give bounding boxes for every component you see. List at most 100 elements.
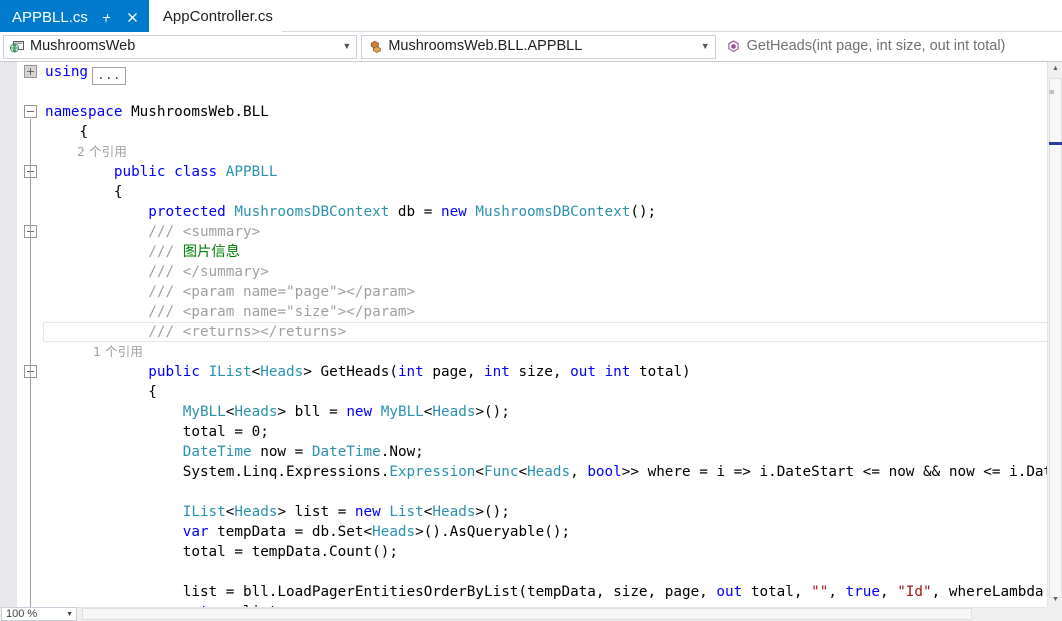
code-token: using	[45, 64, 89, 80]
code-token: {	[148, 384, 157, 400]
code-line[interactable]: MyBLL<Heads> bll = new MyBLL<Heads>();	[43, 402, 1048, 422]
class-icon	[367, 39, 383, 55]
editor-outlining-margin[interactable]	[19, 62, 43, 621]
code-token: now =	[251, 444, 312, 460]
code-token: new	[440, 204, 476, 220]
code-token: db =	[389, 204, 441, 220]
code-line[interactable]: /// </summary>	[43, 262, 1048, 282]
code-token: <	[251, 364, 261, 380]
tab-appcontroller-cs-label: AppController.cs	[162, 7, 273, 25]
zoom-level-dropdown[interactable]: 100 % ▼	[1, 607, 77, 621]
code-line[interactable]: namespace MushroomsWeb.BLL	[43, 102, 1048, 122]
code-line[interactable]: /// <param name="size"></param>	[43, 302, 1048, 322]
pin-icon[interactable]	[100, 10, 114, 24]
project-dropdown[interactable]: MushroomsWeb ▼	[3, 34, 358, 59]
code-token: 图片信息	[182, 244, 240, 260]
code-token: Expression	[389, 464, 476, 480]
vertical-scrollbar-thumb[interactable]	[1049, 78, 1062, 598]
code-token: Heads	[260, 364, 304, 380]
member-dropdown-value: GetHeads(int page, int size, out int tot…	[746, 38, 1006, 54]
chevron-down-icon[interactable]: ▼	[62, 609, 76, 620]
code-token: >();	[475, 504, 510, 520]
chevron-down-icon[interactable]: ▼	[340, 42, 356, 51]
scroll-up-arrow-icon[interactable]: ▲	[1048, 62, 1062, 76]
code-text-area[interactable]: using... namespace MushroomsWeb.BLL { 2 …	[43, 62, 1048, 621]
codelens-reference-count[interactable]: 1 个引用	[45, 344, 143, 359]
codelens-reference-count[interactable]: 2 个引用	[45, 144, 127, 159]
horizontal-scrollbar[interactable]: 100 % ▼	[0, 607, 1062, 621]
code-token: <	[475, 464, 485, 480]
outline-collapse-icon[interactable]: −	[24, 105, 37, 118]
tab-appcontroller-cs[interactable]: AppController.cs	[148, 0, 282, 32]
code-line[interactable]	[43, 482, 1048, 502]
code-token: /// <summary>	[148, 224, 261, 240]
code-token: protected	[148, 204, 235, 220]
code-line[interactable]: var tempData = db.Set<Heads>().AsQueryab…	[43, 522, 1048, 542]
code-line[interactable]: 1 个引用	[43, 342, 1048, 362]
member-dropdown[interactable]: GetHeads(int page, int size, out int tot…	[719, 34, 1060, 59]
code-line[interactable]	[43, 82, 1048, 102]
code-line[interactable]: {	[43, 122, 1048, 142]
code-token: /// <param name="page"></param>	[148, 284, 416, 300]
chevron-down-icon[interactable]: ▼	[699, 42, 715, 51]
code-token: MyBLL	[380, 404, 424, 420]
code-token: Func	[484, 464, 519, 480]
code-line[interactable]: list = bll.LoadPagerEntitiesOrderByList(…	[43, 582, 1048, 602]
close-icon[interactable]	[126, 10, 140, 24]
tab-appbll-cs-label: APPBLL.cs	[12, 8, 88, 26]
code-token: out int	[570, 364, 631, 380]
code-token: true	[845, 584, 880, 600]
code-line[interactable]: total = tempData.Count();	[43, 542, 1048, 562]
code-token: MushroomsWeb.BLL	[122, 104, 269, 120]
code-editor-surface[interactable]: using... namespace MushroomsWeb.BLL { 2 …	[0, 62, 1062, 621]
code-line[interactable]: /// <summary>	[43, 222, 1048, 242]
code-token: > bll =	[277, 404, 347, 420]
code-token: IList	[208, 364, 252, 380]
code-line[interactable]: 2 个引用	[43, 142, 1048, 162]
code-line[interactable]: using...	[43, 62, 1048, 85]
code-line[interactable]: DateTime now = DateTime.Now;	[43, 442, 1048, 462]
code-line[interactable]: {	[43, 382, 1048, 402]
type-dropdown[interactable]: MushroomsWeb.BLL.APPBLL ▼	[361, 34, 716, 59]
tab-appbll-cs[interactable]: APPBLL.cs	[0, 0, 149, 32]
code-line[interactable]: total = 0;	[43, 422, 1048, 442]
code-line[interactable]	[43, 562, 1048, 582]
code-token: Heads	[372, 524, 416, 540]
code-line[interactable]: /// 图片信息	[43, 242, 1048, 262]
code-line[interactable]: {	[43, 182, 1048, 202]
outline-expand-icon[interactable]: +	[24, 65, 37, 78]
code-line[interactable]: public class APPBLL	[43, 162, 1048, 182]
code-token: System.Linq.Expressions.	[182, 464, 390, 480]
code-token: DateTime	[182, 444, 252, 460]
code-line[interactable]: protected MushroomsDBContext db = new Mu…	[43, 202, 1048, 222]
code-line[interactable]: /// <returns></returns>	[43, 322, 1048, 342]
code-line[interactable]: /// <param name="page"></param>	[43, 282, 1048, 302]
caret-position-marker	[1049, 90, 1054, 94]
code-token: , whereLambda: where).ToLis	[931, 584, 1048, 600]
vertical-scrollbar[interactable]: ▲ ▼	[1047, 62, 1062, 607]
code-token: "Id"	[897, 584, 932, 600]
code-line[interactable]: System.Linq.Expressions.Expression<Func<…	[43, 462, 1048, 482]
code-token: out	[716, 584, 743, 600]
code-line[interactable]: public IList<Heads> GetHeads(int page, i…	[43, 362, 1048, 382]
code-token: >();	[475, 404, 510, 420]
code-token: ,	[828, 584, 846, 600]
code-token: var	[182, 524, 209, 540]
visual-studio-editor-window: APPBLL.cs AppController.cs MushroomsWeb …	[0, 0, 1062, 621]
code-token: >> where = i => i.DateStart <= now && no…	[621, 464, 1048, 480]
code-token: total = 0;	[182, 424, 269, 440]
editor-indicator-margin	[0, 62, 18, 621]
code-line[interactable]: IList<Heads> list = new List<Heads>();	[43, 502, 1048, 522]
scroll-down-arrow-icon[interactable]: ▼	[1048, 593, 1062, 607]
horizontal-scrollbar-thumb[interactable]	[82, 608, 972, 620]
